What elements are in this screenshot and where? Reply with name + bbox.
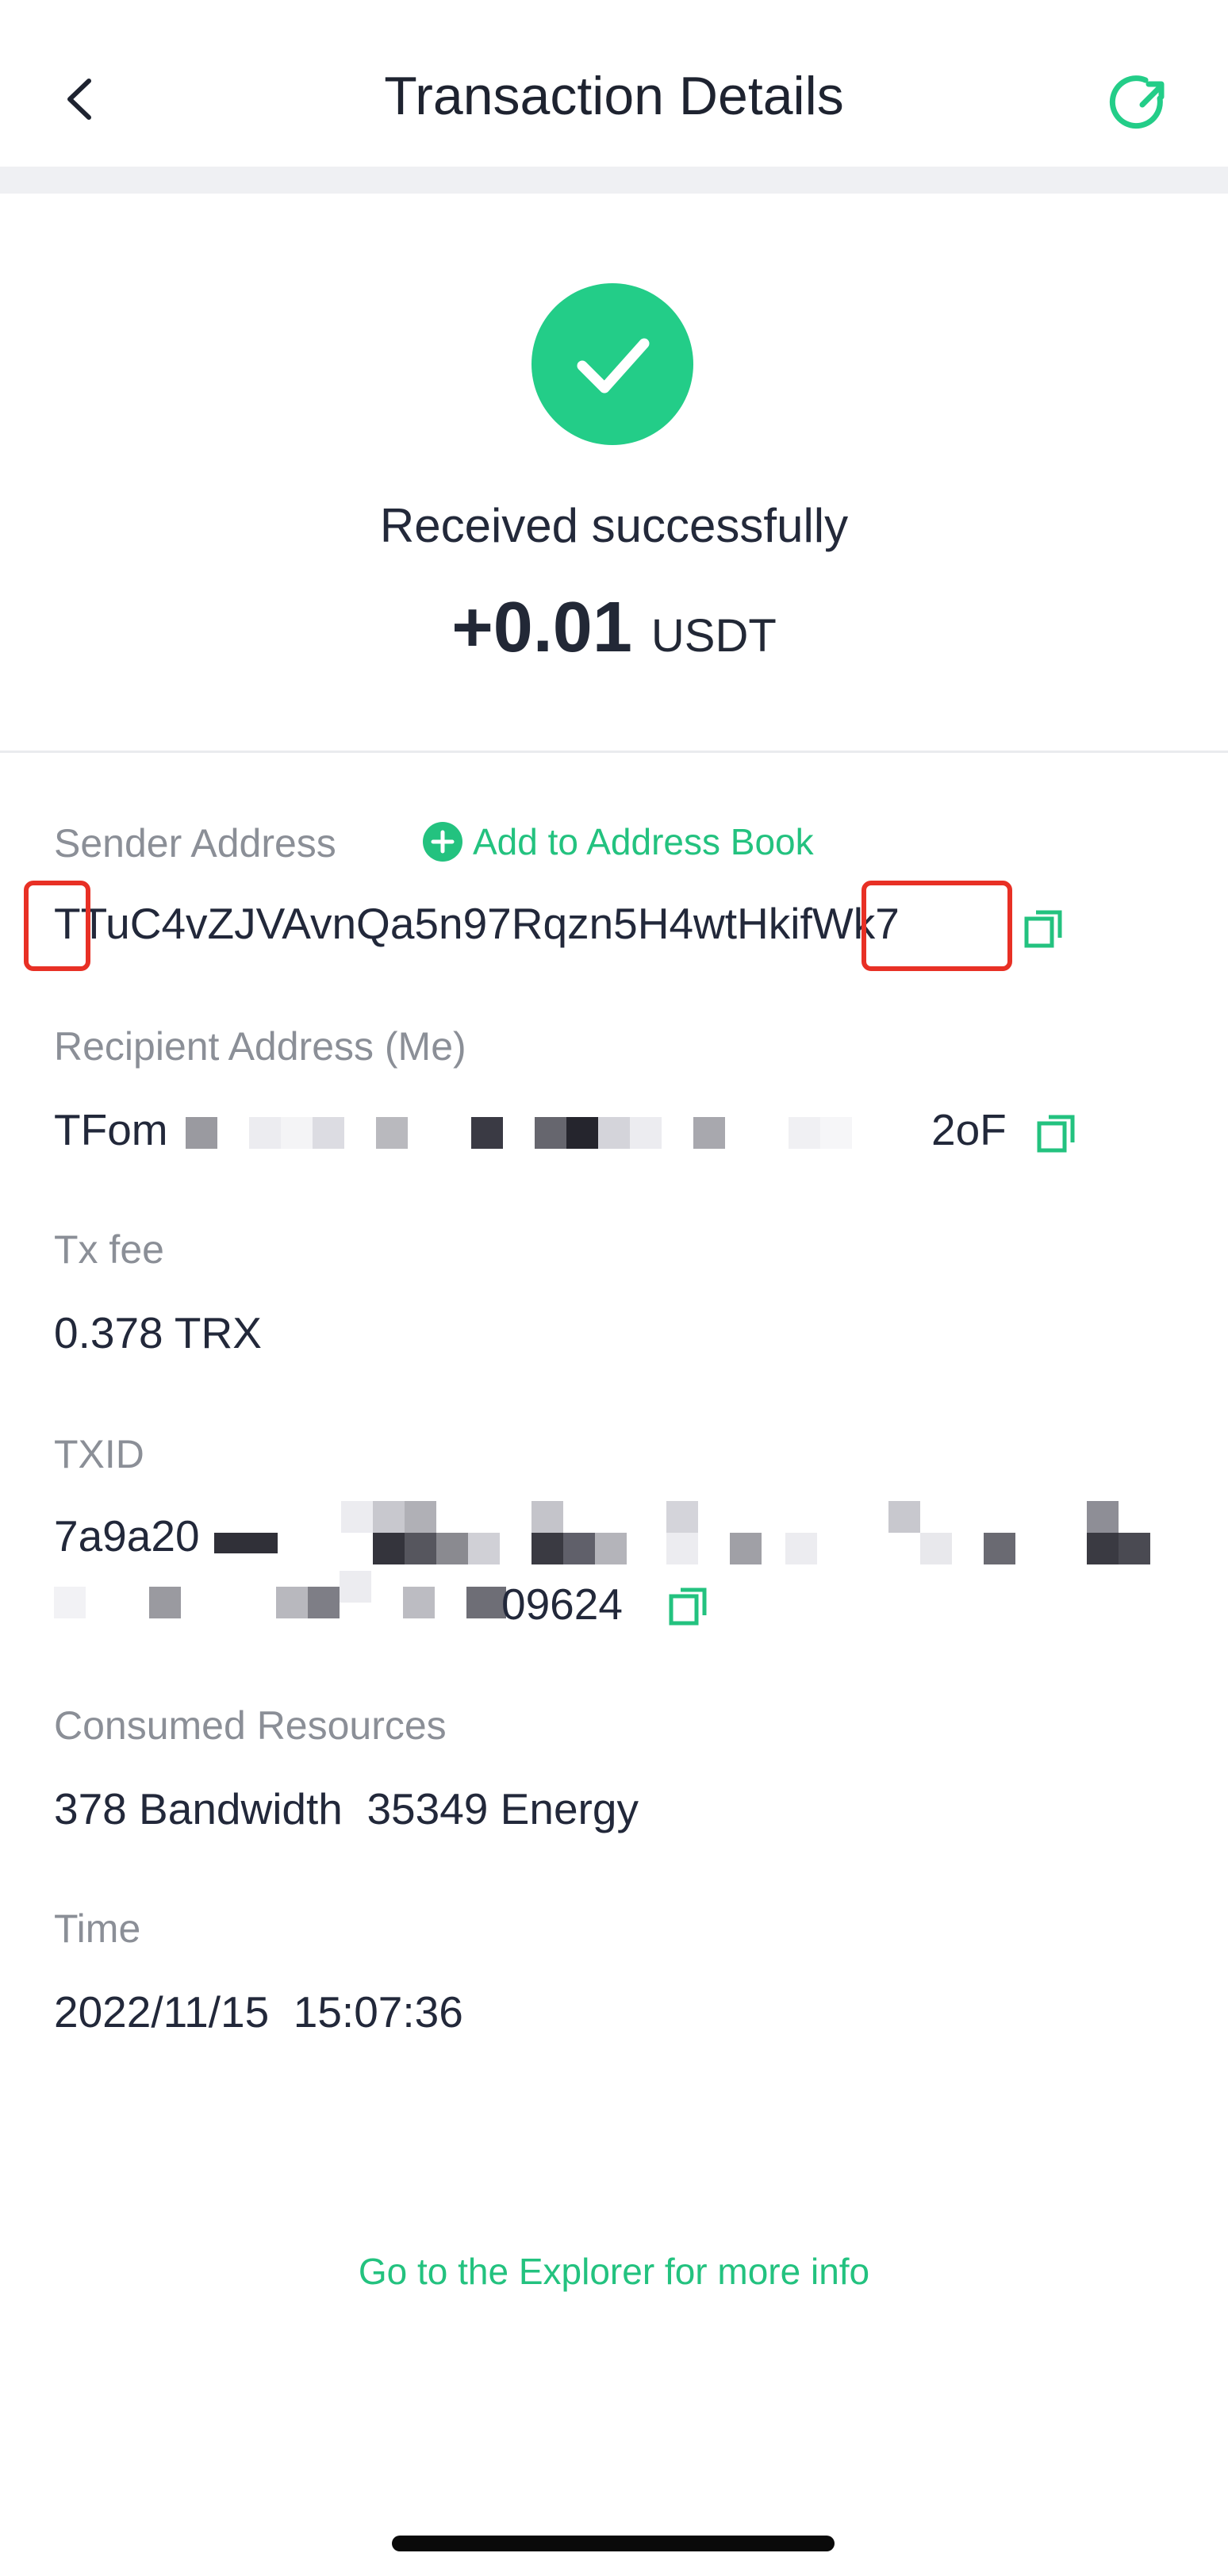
status-text: Received successfully <box>379 499 849 552</box>
highlight-box-last-chars <box>862 881 1012 971</box>
fee-value: 0.378 TRX <box>54 1308 262 1357</box>
check-icon <box>577 338 650 394</box>
sender-label: Sender Address <box>54 821 336 866</box>
amount-row: +0.01 USDT <box>0 587 1228 669</box>
copy-sender-button[interactable] <box>1023 906 1066 949</box>
home-indicator <box>392 2536 835 2551</box>
txid-redacted-line1 <box>214 1499 1150 1564</box>
section-divider <box>0 751 1228 753</box>
copy-icon <box>1024 910 1062 948</box>
recipient-label: Recipient Address (Me) <box>54 1024 466 1069</box>
page-title: Transaction Details <box>384 66 844 126</box>
copy-txid-button[interactable] <box>668 1584 711 1626</box>
refresh-share-icon <box>1109 75 1165 129</box>
sender-address[interactable]: TTuC4vZJVAvnQa5n97Rqzn5H4wtHkifWk7 <box>54 898 900 949</box>
txid-label: TXID <box>54 1432 144 1476</box>
copy-icon <box>1037 1115 1075 1153</box>
fee-label: Tx fee <box>54 1227 164 1272</box>
amount-unit: USDT <box>650 610 777 662</box>
plus-circle-icon <box>423 822 462 862</box>
copy-recipient-button[interactable] <box>1036 1111 1079 1154</box>
share-button[interactable] <box>1104 67 1176 138</box>
highlight-box-first-char <box>24 881 90 971</box>
resources-value: 378 Bandwidth 35349 Energy <box>54 1784 639 1833</box>
sender-address-middle: TuC4vZJVAvnQa5n97Rqzn5H4wtHk <box>80 899 791 948</box>
add-to-address-book-button[interactable]: Add to Address Book <box>422 820 814 863</box>
explorer-link[interactable]: Go to the Explorer for more info <box>0 2250 1228 2293</box>
txid-end: 09624 <box>501 1580 623 1629</box>
txid-redacted-line2 <box>54 1571 506 1634</box>
recipient-address-start: TFom <box>54 1105 168 1154</box>
recipient-address-redacted <box>181 1111 919 1152</box>
resources-label: Consumed Resources <box>54 1703 447 1748</box>
recipient-address-end: 2oF <box>931 1105 1007 1154</box>
time-value: 2022/11/15 15:07:36 <box>54 1987 463 2037</box>
txid-start: 7a9a20 <box>54 1511 200 1561</box>
copy-icon <box>669 1587 707 1626</box>
add-to-address-book-label: Add to Address Book <box>473 821 814 862</box>
header-divider-band <box>0 167 1228 194</box>
amount-value: +0.01 <box>451 588 632 667</box>
success-badge <box>531 283 693 445</box>
time-label: Time <box>54 1906 141 1951</box>
